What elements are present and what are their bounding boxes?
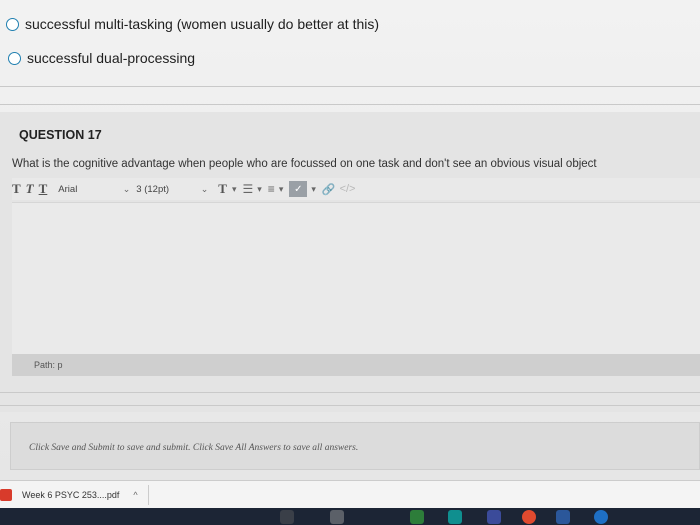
taskbar-app-icon[interactable] — [448, 510, 462, 524]
font-value: Arial — [58, 183, 78, 195]
edge-icon[interactable] — [594, 510, 608, 524]
answer-option-multitasking[interactable]: successful multi-tasking (women usually … — [6, 16, 379, 32]
divider — [0, 392, 700, 393]
save-instructions-bar: Click Save and Submit to save and submit… — [10, 422, 700, 470]
divider — [0, 405, 700, 406]
question-box: QUESTION 17 What is the cognitive advant… — [0, 112, 700, 412]
editor-toolbar: T T T Arial ⌄ 3 (12pt) ⌄ T ▾ ☰ ▾ ≡ ▾ ✓ ▾… — [12, 178, 700, 200]
taskbar-app-icon[interactable] — [280, 510, 294, 524]
chevron-down-icon: ⌄ — [200, 183, 209, 194]
pdf-file-icon — [0, 488, 12, 501]
download-bar: Week 6 PSYC 253....pdf ^ — [0, 480, 700, 508]
numbered-list-icon[interactable]: ≡ — [268, 182, 275, 196]
chevron-down-icon[interactable]: ▾ — [311, 184, 316, 195]
radio-button[interactable] — [8, 51, 21, 65]
chevron-up-icon[interactable]: ^ — [133, 490, 137, 500]
divider — [0, 86, 700, 87]
taskbar-app-icon[interactable] — [410, 510, 424, 524]
bullet-list-icon[interactable]: ☰ — [243, 182, 254, 196]
answer-option-dual-processing[interactable]: successful dual-processing — [8, 50, 195, 66]
download-file-name[interactable]: Week 6 PSYC 253....pdf — [22, 490, 119, 500]
chevron-down-icon[interactable]: ▾ — [279, 184, 284, 195]
taskbar-app-icon[interactable] — [330, 510, 344, 524]
save-instructions: Click Save and Submit to save and submit… — [29, 443, 359, 453]
divider — [147, 484, 149, 505]
option-label: successful dual-processing — [27, 50, 196, 66]
chrome-icon[interactable] — [522, 510, 536, 524]
text-color-icon[interactable]: T — [218, 181, 227, 197]
font-size-select[interactable]: 3 (12pt) ⌄ — [136, 184, 208, 195]
font-select[interactable]: Arial ⌄ — [58, 184, 130, 195]
underline-button[interactable]: T — [39, 181, 48, 197]
link-icon[interactable]: 🔗 — [322, 183, 336, 196]
chevron-down-icon: ⌄ — [122, 183, 131, 194]
word-icon[interactable] — [556, 510, 570, 524]
bold-button[interactable]: T — [12, 181, 21, 197]
question-prompt: What is the cognitive advantage when peo… — [12, 158, 597, 170]
code-icon[interactable]: </> — [340, 183, 356, 195]
option-label: successful multi-tasking (women usually … — [25, 16, 380, 32]
divider — [0, 104, 700, 105]
editor-path: Path: p — [12, 354, 700, 376]
answer-editor[interactable] — [12, 202, 700, 354]
radio-button[interactable] — [6, 17, 19, 31]
taskbar-app-icon[interactable] — [487, 510, 501, 524]
font-size-value: 3 (12pt) — [136, 183, 170, 195]
chevron-down-icon[interactable]: ▾ — [257, 184, 262, 195]
taskbar — [0, 508, 700, 525]
question-title: QUESTION 17 — [19, 128, 102, 142]
page: successful multi-tasking (women usually … — [0, 0, 700, 480]
italic-button[interactable]: T — [26, 181, 34, 197]
chevron-down-icon[interactable]: ▾ — [232, 184, 237, 195]
spellcheck-icon[interactable]: ✓ — [289, 181, 308, 197]
